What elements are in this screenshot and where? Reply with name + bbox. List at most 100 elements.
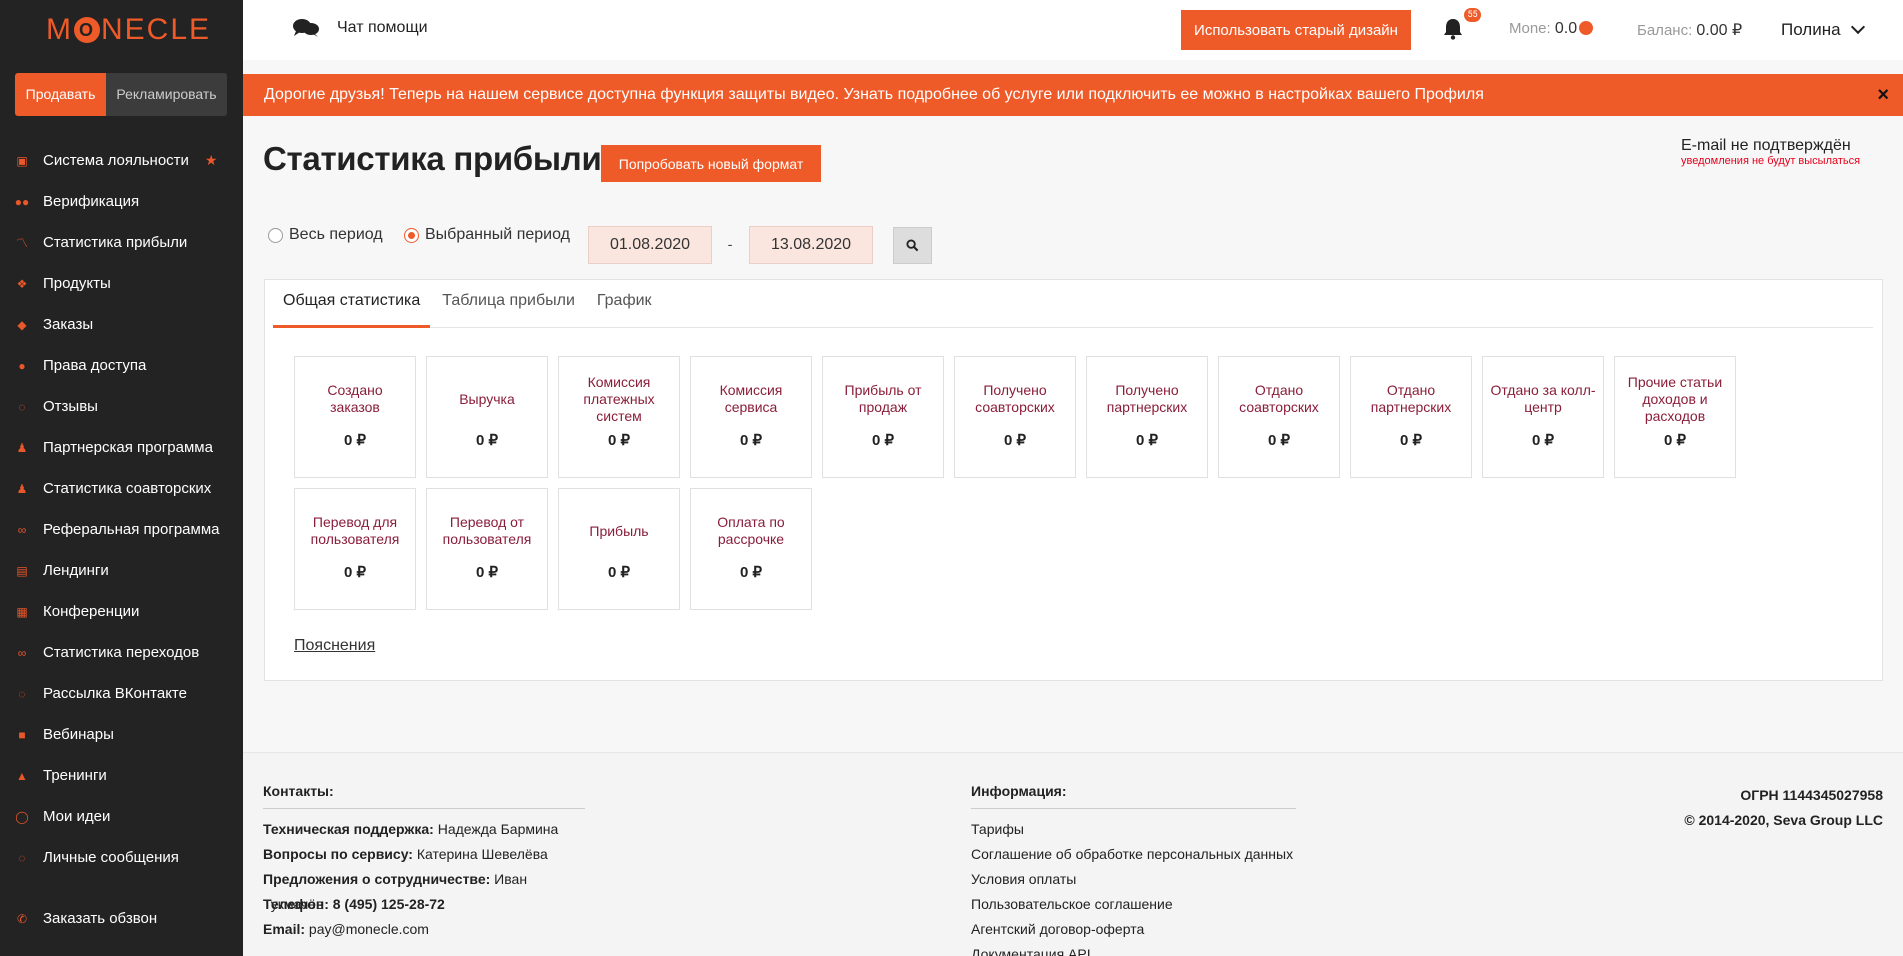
balance-label: Баланс:	[1637, 22, 1693, 39]
topbar: Чат помощи Использовать старый дизайн 55…	[243, 0, 1903, 60]
stat-card-value: 0 ₽	[1399, 432, 1423, 449]
sidebar-item[interactable]: ▦ Конференции	[0, 591, 243, 632]
user-menu[interactable]: Полина	[1781, 19, 1865, 40]
stat-card-value: 0 ₽	[607, 564, 631, 581]
stat-card-label: Отдано за колл-центр	[1490, 382, 1596, 415]
close-icon[interactable]: ×	[1877, 74, 1889, 116]
footer-contacts-title: Контакты:	[263, 783, 585, 809]
logo-text-rest: NECLE	[101, 13, 212, 46]
sidebar-item-label: Мои идеи	[43, 808, 111, 825]
sidebar-item-label: Реферальная программа	[43, 521, 220, 538]
calendar-icon: ▦	[16, 604, 28, 619]
sidebar-item-label: Статистика переходов	[43, 644, 200, 661]
tabs: Общая статистика Таблица прибыли График	[273, 280, 1873, 328]
stat-card-value: 0 ₽	[607, 432, 631, 449]
help-chat-link[interactable]: Чат помощи	[293, 18, 428, 38]
sidebar-item-label: Отзывы	[43, 398, 98, 415]
footer-info-link[interactable]: Документация API	[971, 942, 1296, 956]
search-icon	[906, 239, 919, 252]
footer-contact-value[interactable]: pay@monecle.com	[305, 921, 429, 937]
period-selected-radio[interactable]: Выбранный период	[404, 226, 570, 244]
email-warning-title: E-mail не подтверждён	[1681, 137, 1851, 154]
old-design-button[interactable]: Использовать старый дизайн	[1181, 10, 1411, 50]
logo[interactable]: M O NECLE	[0, 0, 243, 60]
footer-info-link[interactable]: Пользовательское соглашение	[971, 892, 1296, 917]
sidebar-item[interactable]: ● Права доступа	[0, 345, 243, 386]
footer-contact-row: Email: pay@monecle.com	[263, 917, 585, 942]
footer-info-link[interactable]: Тарифы	[971, 817, 1296, 842]
sidebar-item[interactable]: ▣ Система лояльности ★	[0, 140, 243, 181]
stat-card-value: 0 ₽	[1003, 432, 1027, 449]
search-button[interactable]	[893, 227, 932, 264]
stat-card: Отдано соавторских 0 ₽	[1218, 356, 1340, 478]
sidebar-item-label: Права доступа	[43, 357, 147, 374]
sidebar-item[interactable]: ■ Вебинары	[0, 714, 243, 755]
footer-contact-row: Техническая поддержка: Надежда Бармина	[263, 817, 585, 842]
period-selected-label: Выбранный период	[425, 226, 570, 243]
stat-card-label: Перевод для пользователя	[310, 514, 400, 547]
sidebar-item[interactable]: ◌ Личные сообщения	[0, 837, 243, 878]
video-icon: ■	[18, 727, 26, 742]
sidebar-item-call[interactable]: ✆ Заказать обзвон	[0, 898, 157, 939]
sidebar-item-label: Конференции	[43, 603, 140, 620]
sidebar-item[interactable]: ∞ Статистика переходов	[0, 632, 243, 673]
tab[interactable]: Общая статистика	[273, 280, 431, 328]
sidebar-item[interactable]: ❖ Продукты	[0, 263, 243, 304]
stat-card-label: Перевод от пользователя	[442, 514, 532, 547]
footer-info: Информация: Тарифы Соглашение об обработк…	[971, 783, 1296, 956]
footer-info-link[interactable]: Условия оплаты	[971, 867, 1296, 892]
radio-button[interactable]	[268, 227, 283, 243]
sidebar-item[interactable]: ◯ Мои идеи	[0, 796, 243, 837]
balance: Баланс: 0.00 ₽	[1637, 20, 1742, 40]
sidebar-item[interactable]: ∞ Реферальная программа	[0, 509, 243, 550]
tags-icon: ◆	[17, 317, 27, 332]
stat-card: Прибыль от продаж 0 ₽	[822, 356, 944, 478]
stat-card: Прочие статьи доходов и расходов 0 ₽	[1614, 356, 1736, 478]
phone-icon: ✆	[16, 911, 28, 926]
sidebar-item[interactable]: ▤ Лендинги	[0, 550, 243, 591]
sidebar-item-label: Тренинги	[43, 767, 107, 784]
stat-card-label: Отдано соавторских	[1239, 382, 1319, 415]
stat-card-label: Выручка	[459, 390, 515, 407]
radio-button-selected[interactable]	[404, 227, 419, 243]
stat-card-value: 0 ₽	[1531, 432, 1555, 449]
sidebar-item-label: Статистика соавторских	[43, 480, 212, 497]
sell-button[interactable]: Продавать	[15, 73, 106, 116]
sidebar-item[interactable]: 〽 Статистика прибыли	[0, 222, 243, 263]
stat-card: Перевод для пользователя 0 ₽	[294, 488, 416, 610]
sidebar-item[interactable]: ●● Верификация	[0, 181, 243, 222]
sidebar-item[interactable]: ◌ Отзывы	[0, 386, 243, 427]
stat-card-value: 0 ₽	[1267, 432, 1291, 449]
bell-icon[interactable]	[1443, 18, 1463, 40]
footer-info-link[interactable]: Соглашение об обработке персональных дан…	[971, 842, 1296, 867]
stat-card: Отдано за колл-центр 0 ₽	[1482, 356, 1604, 478]
notice-banner: Дорогие друзья! Теперь на нашем сервисе …	[243, 74, 1903, 116]
star-icon: ★	[204, 152, 218, 168]
comments-icon: ◌	[18, 850, 26, 865]
stat-card-value: 0 ₽	[871, 432, 895, 449]
footer-contact-row: Вопросы по сервису: Катерина Шевелёва	[263, 842, 585, 867]
email-warning-subtitle: уведомления не будут высылаться	[1681, 155, 1861, 167]
sidebar-item[interactable]: ▲ Тренинги	[0, 755, 243, 796]
date-to-input[interactable]: 13.08.2020	[749, 226, 873, 264]
try-new-format-button[interactable]: Попробовать новый формат	[601, 145, 821, 182]
stat-card-label: Получено соавторских	[975, 382, 1055, 415]
comments-icon: ◌	[18, 399, 26, 414]
advertise-button[interactable]: Рекламировать	[106, 73, 227, 116]
sidebar-item[interactable]: ◆ Заказы	[0, 304, 243, 345]
mone-value: 0.0	[1554, 20, 1578, 37]
footer-contact-value: Катерина Шевелёва	[412, 846, 548, 862]
date-from-input[interactable]: 01.08.2020	[588, 226, 712, 264]
explanations-link[interactable]: Пояснения	[294, 637, 375, 655]
footer-info-link[interactable]: Агентский договор-оферта	[971, 917, 1296, 942]
footer-contact-key: Техническая поддержка:	[263, 821, 434, 837]
tab[interactable]: Таблица прибыли	[432, 280, 585, 328]
camera-icon: ▣	[16, 153, 28, 168]
sidebar-item[interactable]: ♟ Статистика соавторских	[0, 468, 243, 509]
sidebar-item[interactable]: ♟ Партнерская программа	[0, 427, 243, 468]
period-all-radio[interactable]: Весь период	[268, 226, 383, 244]
tab[interactable]: График	[587, 280, 662, 328]
sidebar-item-label: Статистика прибыли	[43, 234, 188, 251]
cubes-icon: ❖	[16, 276, 28, 291]
sidebar-item[interactable]: ◌ Рассылка ВКонтакте	[0, 673, 243, 714]
